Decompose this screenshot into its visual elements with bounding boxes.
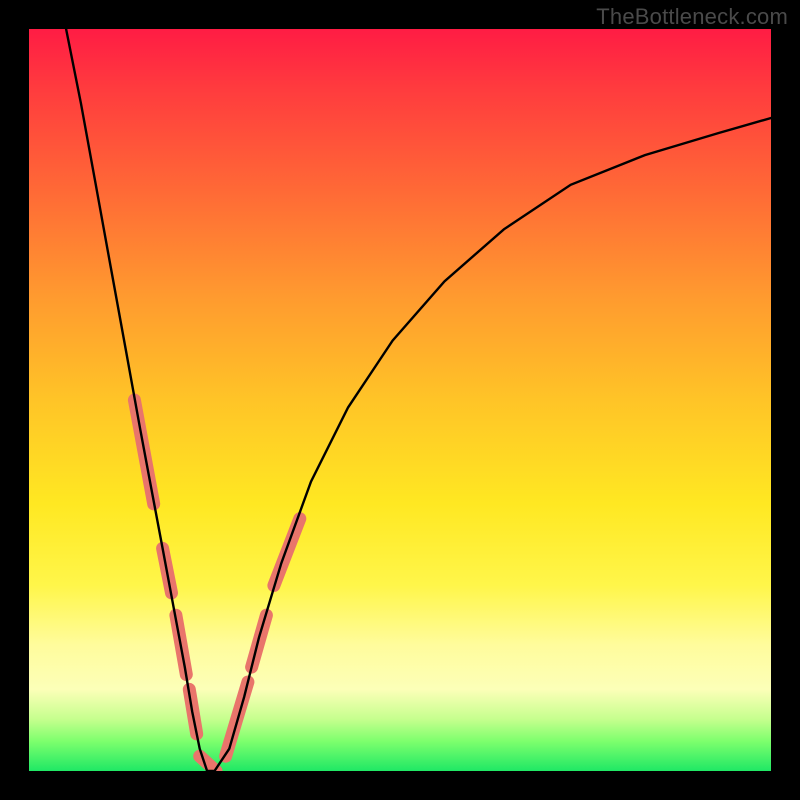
marker-segment <box>252 615 267 667</box>
marker-segment <box>189 689 196 734</box>
marker-segments <box>134 400 299 771</box>
bottleneck-curve <box>66 29 771 771</box>
marker-segment <box>274 519 300 586</box>
marker-segment <box>226 682 248 756</box>
outer-frame: TheBottleneck.com <box>0 0 800 800</box>
marker-segment <box>134 400 153 504</box>
marker-segment <box>176 615 186 674</box>
watermark-text: TheBottleneck.com <box>596 4 788 30</box>
plot-area <box>29 29 771 771</box>
marker-segment <box>163 548 172 593</box>
marker-segment <box>200 756 216 771</box>
chart-svg <box>29 29 771 771</box>
